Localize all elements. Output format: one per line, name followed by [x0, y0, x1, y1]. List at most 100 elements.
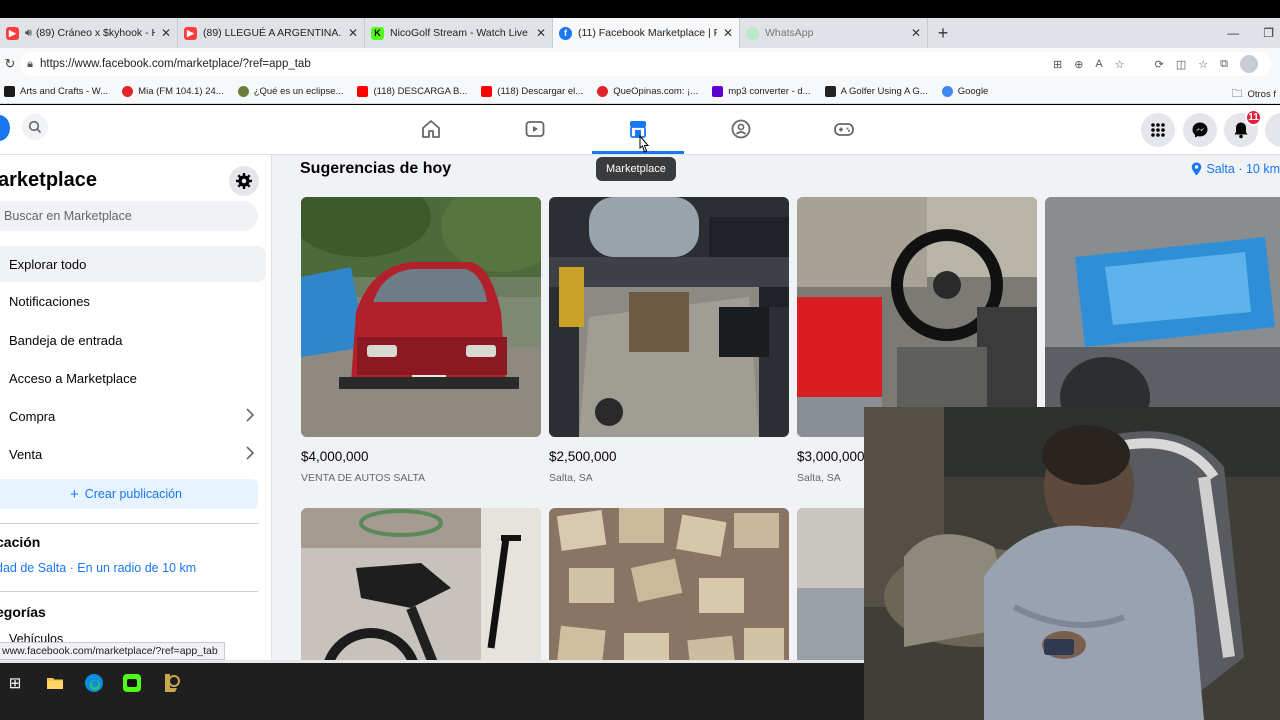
- bookmark-label: mp3 converter - d...: [728, 86, 811, 97]
- bookmark-icon: [597, 86, 609, 97]
- other-favorites[interactable]: 🗀︎ Otros f: [1231, 85, 1276, 104]
- browser-tab[interactable]: K NicoGolf Stream - Watch Live on K ✕: [365, 18, 553, 48]
- zoom-icon[interactable]: ⊕: [1074, 58, 1083, 71]
- marketplace-search-input[interactable]: Buscar en Marketplace: [0, 201, 258, 231]
- collections-icon[interactable]: ⧉: [1220, 58, 1228, 71]
- sidebar-item-label: Explorar todo: [9, 256, 87, 272]
- video-icon[interactable]: [523, 117, 547, 141]
- file-explorer-icon[interactable]: [43, 671, 67, 695]
- new-tab-button[interactable]: +: [928, 18, 958, 48]
- notifications-bell-icon[interactable]: 11: [1224, 109, 1262, 147]
- home-icon[interactable]: [419, 117, 443, 141]
- listing-photo[interactable]: [549, 508, 789, 660]
- bookmark-label: Mia (FM 104.1) 24...: [138, 86, 224, 97]
- plus-icon: +: [69, 485, 79, 503]
- task-view-icon[interactable]: ⊞: [3, 671, 27, 695]
- sidebar-item-acceso[interactable]: Acceso a Marketplace: [0, 360, 266, 396]
- chevron-right-icon: [246, 408, 255, 422]
- bookmark-item[interactable]: (118) DESCARGA B...: [357, 86, 467, 97]
- sidebar-item-label: Compra: [9, 408, 56, 424]
- read-aloud-icon[interactable]: A: [1095, 58, 1102, 70]
- close-icon[interactable]: ✕: [536, 26, 546, 40]
- location-link[interactable]: dad de Salta · En un radio de 10 km: [0, 561, 196, 575]
- split-screen-icon[interactable]: ◫: [1176, 58, 1186, 71]
- reload-icon[interactable]: ↻: [0, 56, 20, 72]
- browser-tab-active[interactable]: f (11) Facebook Marketplace | Faceb ✕: [553, 18, 740, 48]
- favorite-star-icon[interactable]: ☆: [1115, 58, 1125, 71]
- edge-browser-icon[interactable]: [82, 671, 106, 695]
- groups-icon[interactable]: [729, 117, 753, 141]
- favorites-icon[interactable]: ☆: [1198, 58, 1208, 71]
- app-icon[interactable]: [120, 671, 144, 695]
- listing-card[interactable]: [1045, 197, 1280, 437]
- section-title: Sugerencias de hoy: [300, 160, 452, 177]
- profile-avatar[interactable]: [1240, 55, 1258, 73]
- address-bar[interactable]: 🔒︎ https://www.facebook.com/marketplace/…: [20, 52, 1272, 76]
- listing-photo[interactable]: [1045, 197, 1280, 437]
- listing-card[interactable]: $2,500,000 Salta, SA: [549, 197, 789, 484]
- tab-title: NicoGolf Stream - Watch Live on K: [390, 27, 530, 39]
- close-icon[interactable]: ✕: [723, 26, 733, 40]
- close-icon[interactable]: ✕: [348, 26, 358, 40]
- game-launcher-icon[interactable]: [159, 671, 183, 695]
- listing-card[interactable]: $4,000,000 VENTA DE AUTOS SALTA: [301, 197, 541, 484]
- gaming-icon[interactable]: [832, 117, 856, 141]
- minimize-icon[interactable]: —: [1227, 26, 1239, 40]
- google-icon: [941, 86, 953, 97]
- categories-heading: egorías: [0, 604, 46, 620]
- bookmark-label: A Golfer Using A G...: [840, 86, 928, 97]
- bookmark-item[interactable]: Arts and Crafts - W...: [4, 86, 108, 97]
- facebook-logo-icon[interactable]: [0, 115, 10, 141]
- listing-photo[interactable]: [549, 197, 789, 437]
- browser-tab[interactable]: ▶ 🔊︎ (89) Cráneo x $kyhook - Hipe ✕: [0, 18, 178, 48]
- account-avatar[interactable]: [1265, 113, 1280, 147]
- tab-title: (89) LLEGUÉ A ARGENTINA... NAD: [203, 27, 342, 39]
- close-icon[interactable]: ✕: [161, 26, 171, 40]
- create-listing-button[interactable]: + Crear publicación: [0, 479, 258, 509]
- address-bar-row: ↻ 🔒︎ https://www.facebook.com/marketplac…: [0, 48, 1280, 80]
- bookmark-item[interactable]: Google: [941, 86, 988, 97]
- bookmark-item[interactable]: mp3 converter - d...: [712, 86, 811, 97]
- browser-tab[interactable]: WhatsApp ✕: [740, 18, 928, 48]
- yahoo-icon: [712, 86, 724, 97]
- map-pin-icon: [1192, 162, 1202, 176]
- browser-tab[interactable]: ▶ (89) LLEGUÉ A ARGENTINA... NAD ✕: [178, 18, 365, 48]
- app-available-icon[interactable]: ⊞: [1053, 58, 1062, 71]
- bookmarks-bar: Arts and Crafts - W... Mia (FM 104.1) 24…: [0, 80, 1280, 104]
- maximize-icon[interactable]: ❐: [1263, 26, 1274, 40]
- location-filter[interactable]: Salta · 10 km: [1191, 162, 1280, 176]
- bookmark-item[interactable]: Mia (FM 104.1) 24...: [122, 86, 224, 97]
- youtube-icon: ▶: [184, 26, 197, 40]
- tab-title: (11) Facebook Marketplace | Faceb: [578, 27, 717, 39]
- search-icon[interactable]: [22, 114, 48, 140]
- listing-card[interactable]: [549, 508, 789, 660]
- sidebar-item-bandeja[interactable]: Bandeja de entrada: [0, 322, 266, 358]
- gear-icon[interactable]: [229, 166, 259, 196]
- listing-photo[interactable]: [301, 197, 541, 437]
- bookmark-item[interactable]: (118) Descargar el...: [481, 86, 583, 97]
- bookmark-item[interactable]: A Golfer Using A G...: [824, 86, 928, 97]
- bookmark-label: Arts and Crafts - W...: [20, 86, 109, 97]
- bookmark-icon: [122, 86, 134, 97]
- menu-grid-icon[interactable]: [1141, 113, 1175, 147]
- link-status-bar: www.facebook.com/marketplace/?ref=app_ta…: [0, 642, 225, 660]
- listing-photo[interactable]: [301, 508, 541, 660]
- sidebar-item-notificaciones[interactable]: Notificaciones: [0, 283, 266, 319]
- divider: [0, 523, 258, 524]
- youtube-icon: ▶: [6, 26, 19, 40]
- sidebar-item-explorar[interactable]: Explorar todo: [0, 246, 266, 282]
- notification-badge: 11: [1245, 109, 1262, 126]
- sidebar-item-venta[interactable]: Venta: [0, 436, 266, 472]
- browser-tabstrip: ▶ 🔊︎ (89) Cráneo x $kyhook - Hipe ✕ ▶ (8…: [0, 18, 1280, 48]
- lock-icon[interactable]: 🔒︎: [20, 58, 40, 71]
- listing-photo[interactable]: [797, 197, 1037, 437]
- bookmark-item[interactable]: ¿Qué es un eclipse...: [237, 86, 343, 97]
- whatsapp-icon: [746, 26, 759, 40]
- sidebar-item-compra[interactable]: Compra: [0, 398, 266, 434]
- messenger-icon[interactable]: [1183, 113, 1217, 147]
- url-text[interactable]: https://www.facebook.com/marketplace/?re…: [40, 58, 311, 70]
- close-icon[interactable]: ✕: [911, 26, 921, 40]
- bookmark-item[interactable]: QueOpinas.com: ¡...: [597, 86, 698, 97]
- listing-card[interactable]: [301, 508, 541, 660]
- extensions-icon[interactable]: ⟳: [1155, 58, 1164, 71]
